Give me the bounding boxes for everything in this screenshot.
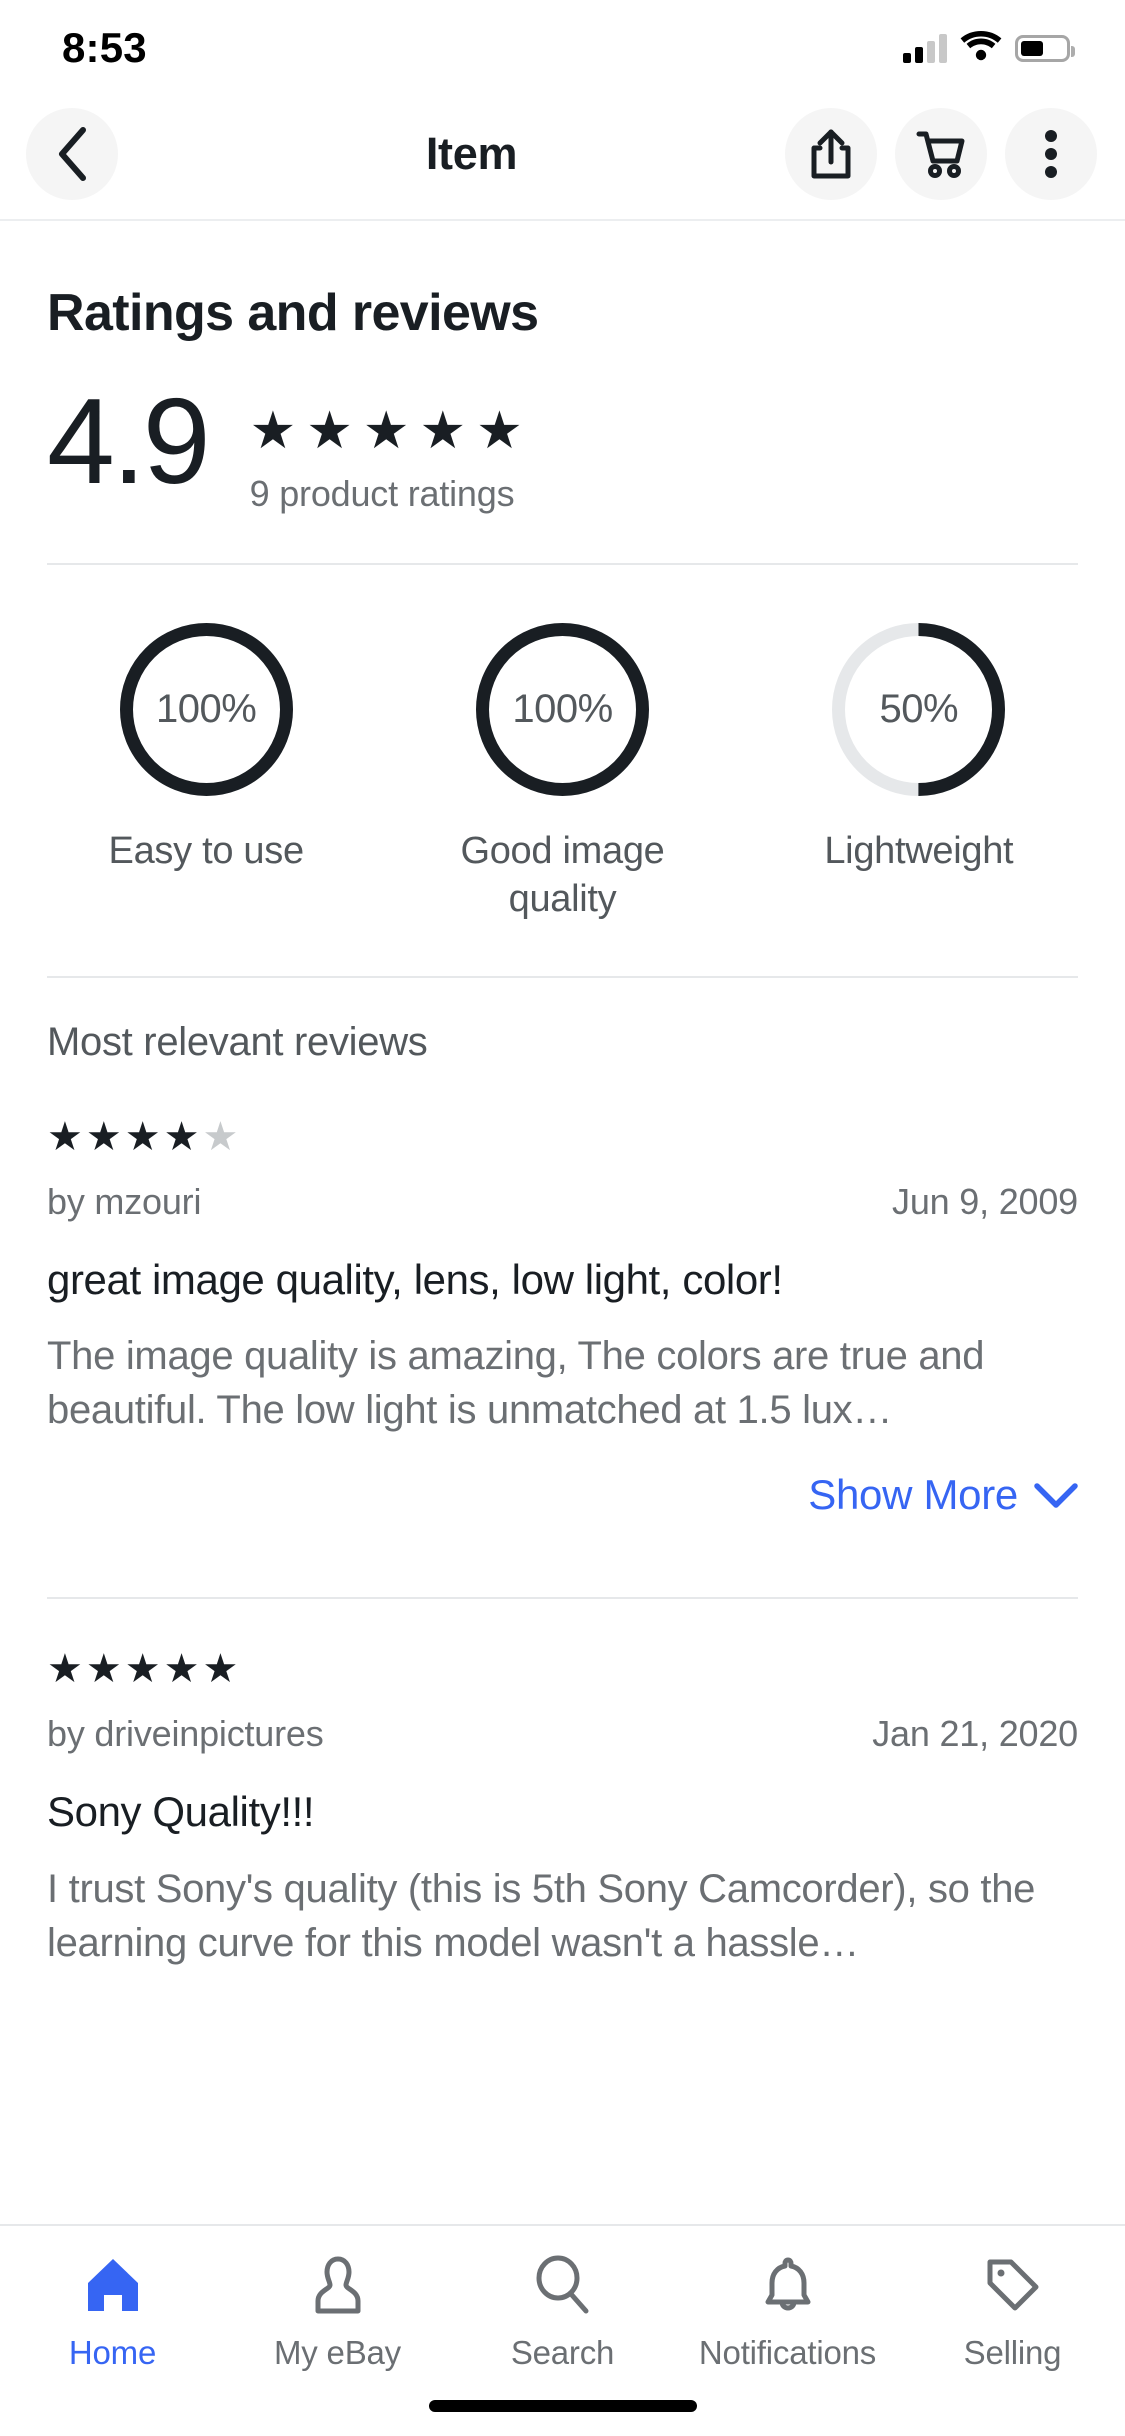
gauge-label: Lightweight — [824, 830, 1014, 872]
review-stars: ★★★★★ — [47, 1649, 1078, 1689]
gauge-value: 100% — [512, 687, 613, 731]
tab-home[interactable]: Home — [0, 2250, 225, 2372]
star-filled-icon: ★ — [163, 1114, 203, 1159]
ratings-section-title: Ratings and reviews — [47, 284, 539, 342]
star-filled-icon: ★ — [85, 1647, 125, 1692]
app-screen: 8:53 Item Ratings and reviews 4.9 ★★★★★ … — [0, 0, 1125, 2436]
tab-label: My eBay — [274, 2334, 401, 2371]
nav-bar: Item — [0, 88, 1125, 221]
tab-label: Notifications — [698, 2334, 877, 2371]
nav-actions — [785, 107, 1097, 200]
person-icon — [307, 2250, 369, 2320]
share-icon — [809, 128, 853, 180]
chevron-down-icon — [1034, 1471, 1078, 1519]
star-filled-icon: ★ — [202, 1647, 242, 1692]
wifi-icon — [960, 30, 1002, 66]
gauge-value: 100% — [156, 687, 257, 731]
review-meta: by driveinpictures Jan 21, 2020 — [47, 1713, 1078, 1755]
tab-label: Search — [510, 2334, 615, 2371]
star-filled-icon: ★ — [163, 1647, 203, 1692]
review-author: by driveinpictures — [47, 1713, 324, 1755]
rating-summary-side: ★★★★★ 9 product ratings — [250, 393, 533, 515]
review-title: great image quality, lens, low light, co… — [47, 1255, 783, 1303]
tab-label: Home — [68, 2334, 157, 2371]
search-icon — [532, 2250, 594, 2320]
attribute-gauges: 100% Easy to use 100% Good image quality — [0, 565, 1125, 924]
most-relevant-heading: Most relevant reviews — [47, 1019, 428, 1064]
review-stars: ★★★★★ — [47, 1117, 1078, 1157]
show-more-button[interactable]: Show More — [47, 1471, 1078, 1519]
status-indicators — [903, 30, 1075, 66]
donut-gauge-icon: 50% — [826, 617, 1011, 802]
star-filled-icon: ★ — [124, 1647, 164, 1692]
main-content: Ratings and reviews 4.9 ★★★★★ 9 product … — [0, 221, 1125, 1970]
cart-button[interactable] — [895, 107, 987, 200]
tab-my-ebay[interactable]: My eBay — [225, 2250, 450, 2372]
donut-gauge-icon: 100% — [114, 617, 299, 802]
rating-summary: 4.9 ★★★★★ 9 product ratings — [0, 343, 1125, 515]
star-filled-icon: ★ — [47, 1647, 86, 1692]
tab-search[interactable]: Search — [450, 2250, 675, 2372]
tab-notifications[interactable]: Notifications — [675, 2250, 900, 2372]
gauge-label: Easy to use — [108, 830, 305, 872]
review-meta: by mzouri Jun 9, 2009 — [47, 1181, 1078, 1223]
page-title: Item — [425, 127, 518, 179]
chevron-left-icon — [55, 126, 89, 182]
review-item: ★★★★★ by driveinpictures Jan 21, 2020 So… — [0, 1649, 1125, 1969]
star-filled-icon: ★ — [85, 1114, 125, 1159]
battery-icon — [1015, 34, 1075, 62]
share-button[interactable] — [785, 107, 877, 200]
bell-icon — [757, 2250, 819, 2320]
more-vertical-icon — [1044, 129, 1058, 178]
attribute-gauge: 100% Easy to use — [28, 617, 384, 924]
star-empty-icon: ★ — [202, 1114, 242, 1159]
review-item: ★★★★★ by mzouri Jun 9, 2009 great image … — [0, 1117, 1125, 1519]
home-indicator — [428, 2400, 697, 2412]
star-filled-icon: ★ — [47, 1114, 86, 1159]
review-body: I trust Sony's quality (this is 5th Sony… — [47, 1866, 1036, 1965]
tab-selling[interactable]: Selling — [900, 2250, 1125, 2372]
divider — [47, 1597, 1078, 1600]
donut-gauge-icon: 100% — [470, 617, 655, 802]
gauge-label: Good image quality — [460, 830, 665, 920]
star-filled-icon: ★ — [124, 1114, 164, 1159]
average-rating-value: 4.9 — [47, 373, 211, 509]
home-icon — [82, 2250, 144, 2320]
back-button[interactable] — [26, 107, 118, 200]
status-time: 8:53 — [62, 24, 147, 71]
tab-label: Selling — [963, 2334, 1062, 2371]
review-body: The image quality is amazing, The colors… — [47, 1334, 985, 1433]
review-author: by mzouri — [47, 1180, 202, 1222]
show-more-label: Show More — [808, 1471, 1018, 1519]
review-date: Jan 21, 2020 — [872, 1713, 1078, 1755]
ratings-count-label: 9 product ratings — [249, 473, 515, 514]
review-title: Sony Quality!!! — [47, 1788, 315, 1836]
review-date: Jun 9, 2009 — [892, 1180, 1078, 1222]
status-bar: 8:53 — [0, 0, 1125, 88]
shopping-cart-icon — [916, 130, 966, 178]
more-options-button[interactable] — [1005, 107, 1097, 200]
attribute-gauge: 50% Lightweight — [741, 617, 1097, 924]
tag-icon — [982, 2250, 1044, 2320]
attribute-gauge: 100% Good image quality — [384, 617, 740, 924]
gauge-value: 50% — [879, 687, 959, 731]
average-rating-stars: ★★★★★ — [249, 402, 533, 460]
cellular-signal-icon — [903, 33, 947, 63]
